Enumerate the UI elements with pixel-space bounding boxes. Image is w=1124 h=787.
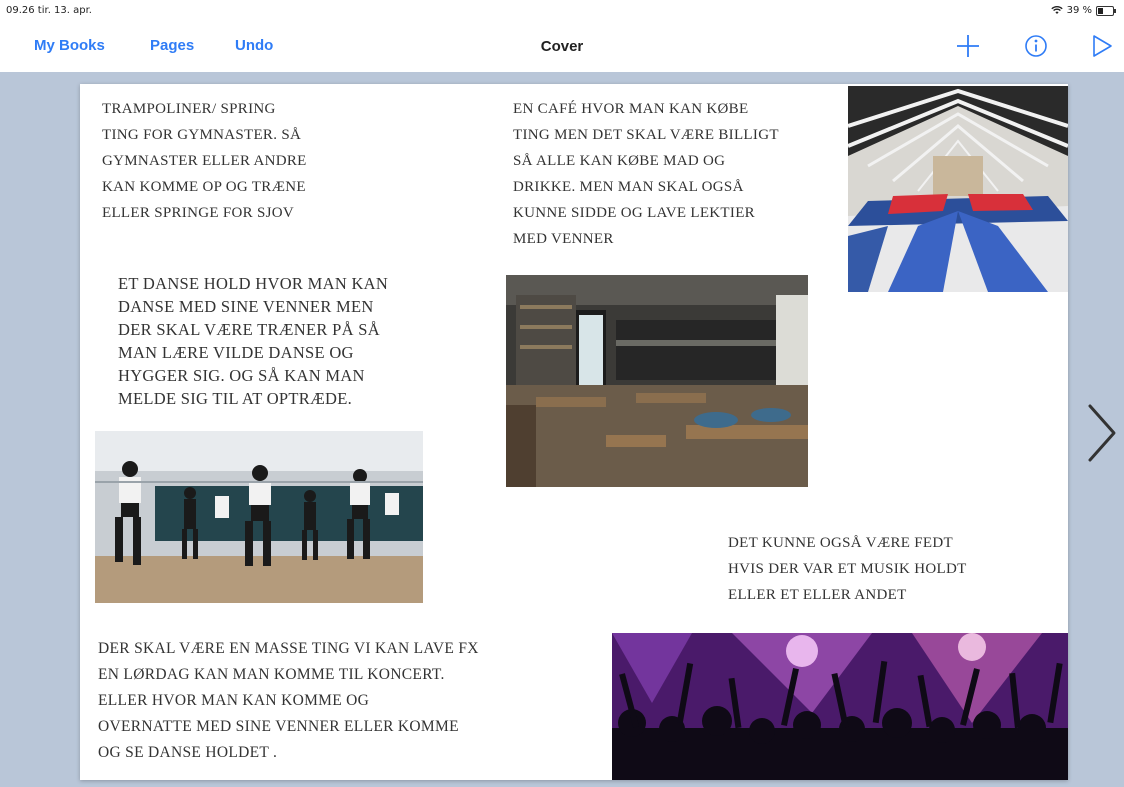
- battery-percent: 39 %: [1066, 5, 1092, 16]
- status-bar: 09.26 tir. 13. apr. 39 %: [0, 0, 1124, 22]
- play-icon[interactable]: [1088, 32, 1116, 60]
- wifi-icon: [1050, 6, 1063, 14]
- text-box-dance-team[interactable]: ET DANSE HOLD HVOR MAN KAN DANSE MED SIN…: [118, 272, 478, 410]
- concert-crowd-image[interactable]: [612, 633, 1068, 780]
- text-box-trampoline[interactable]: TRAMPOLINER/ SPRING TING FOR GYMNASTER. …: [102, 96, 402, 226]
- status-time-date: 09.26 tir. 13. apr.: [6, 5, 92, 16]
- text-box-cafe[interactable]: EN CAFÉ HVOR MAN KAN KØBE TING MEN DET S…: [513, 96, 863, 252]
- book-page[interactable]: TRAMPOLINER/ SPRING TING FOR GYMNASTER. …: [80, 84, 1068, 780]
- add-icon[interactable]: [954, 32, 982, 60]
- next-page-chevron-icon[interactable]: [1086, 402, 1118, 464]
- cafe-image[interactable]: [506, 275, 808, 487]
- battery-icon: [1096, 5, 1116, 16]
- text-box-events[interactable]: DER SKAL VÆRE EN MASSE TING VI KAN LAVE …: [98, 636, 598, 766]
- info-icon[interactable]: [1022, 32, 1050, 60]
- gymnastics-hall-image[interactable]: [848, 86, 1068, 292]
- status-right: 39 %: [1050, 5, 1116, 16]
- text-box-music[interactable]: DET KUNNE OGSÅ VÆRE FEDT HVIS DER VAR ET…: [728, 530, 1048, 608]
- dance-class-image[interactable]: [95, 431, 423, 603]
- toolbar: My Books Pages Undo Cover: [0, 22, 1124, 72]
